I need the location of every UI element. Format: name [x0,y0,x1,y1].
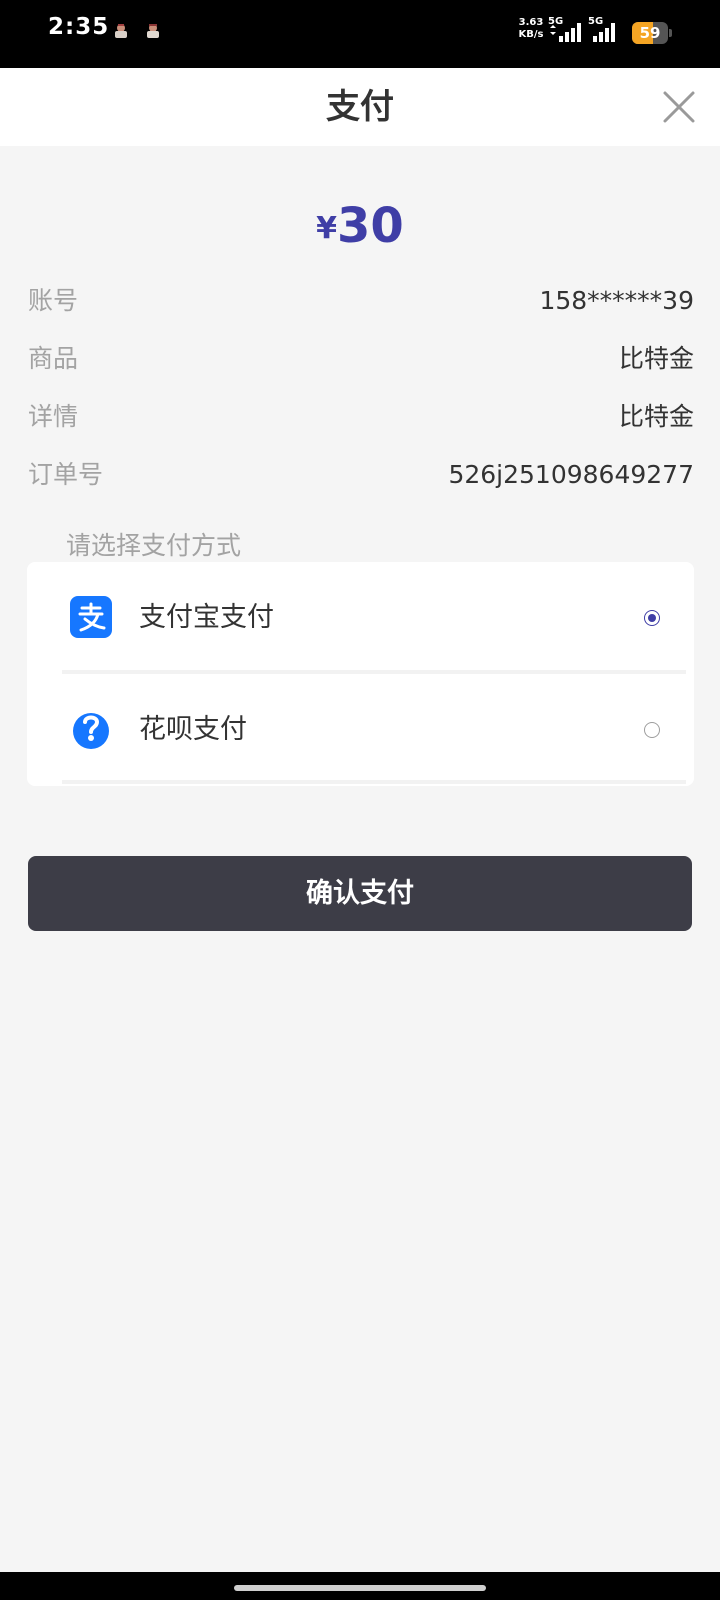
info-value: 比特金 [618,344,694,373]
game-app-icon [115,24,127,38]
radio-unselected[interactable] [644,722,660,738]
page-header: 支付 [0,68,720,146]
info-value: 158******39 [539,286,694,315]
signal-icon [550,23,581,42]
network-speed-unit: KB/s [518,29,544,40]
payment-option-label: 花呗支付 [139,714,247,745]
info-row-product: 商品 比特金 [28,339,694,379]
payment-option-alipay[interactable]: 支付宝支付 [27,562,694,674]
battery-tip [669,29,672,37]
close-icon [663,91,695,123]
page-title: 支付 [326,87,394,127]
payment-amount: ¥30 [0,198,720,254]
navigation-bar [0,1572,720,1600]
info-value: 比特金 [618,402,694,431]
battery-percent: 59 [639,24,661,42]
radio-selected[interactable] [644,610,660,626]
status-time: 2:35 [48,14,110,40]
payment-method-list: 支付宝支付 花呗支付 [27,562,694,786]
confirm-payment-button[interactable]: 确认支付 [28,856,692,931]
game-app-icon [147,24,159,38]
signal-icon [593,23,615,42]
status-bar: 2:35 3.63 KB/s 5G 5G 59 [0,0,720,68]
payment-option-huabei[interactable]: 花呗支付 [27,674,694,786]
info-row-order-number: 订单号 526j251098649277 [28,455,694,495]
info-label: 详情 [28,402,79,431]
battery-icon: 59 [632,22,672,44]
info-label: 商品 [28,344,79,373]
alipay-icon [70,596,112,638]
payment-section-title: 请选择支付方式 [66,531,242,560]
close-button[interactable] [660,88,698,126]
info-row-account: 账号 158******39 [28,281,694,321]
payment-option-label: 支付宝支付 [139,602,274,633]
currency-symbol: ¥ [316,211,338,246]
divider [62,780,686,784]
info-label: 账号 [28,286,79,315]
huabei-icon [73,713,109,749]
info-value: 526j251098649277 [448,460,694,489]
battery-body: 59 [632,22,668,44]
network-speed-value: 3.63 [518,17,544,28]
amount-value: 30 [337,198,404,254]
network-speed: 3.63 KB/s [516,17,546,41]
info-label: 订单号 [28,460,104,489]
home-indicator[interactable] [234,1585,486,1591]
info-row-details: 详情 比特金 [28,397,694,437]
